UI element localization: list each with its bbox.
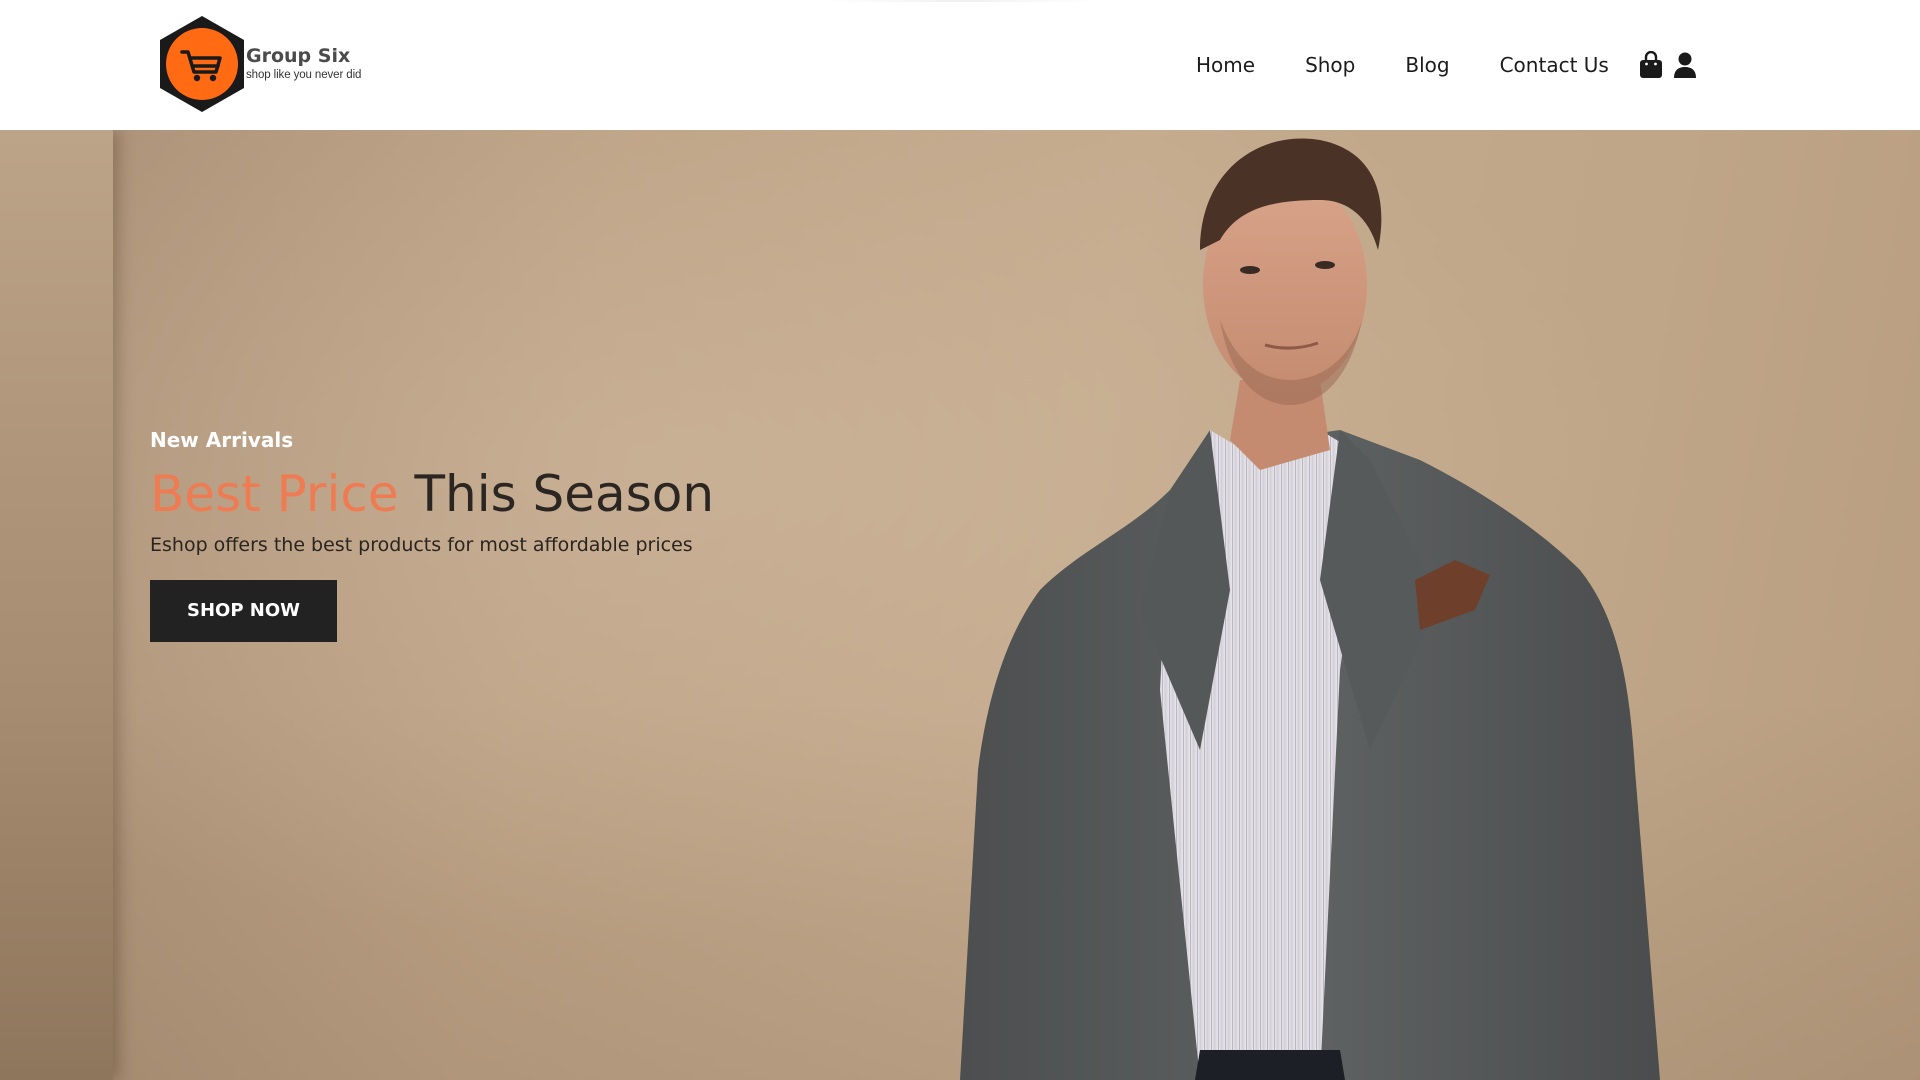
brand-name: Group Six: [246, 44, 351, 67]
shop-now-button[interactable]: SHOP NOW: [150, 580, 337, 642]
header-divider: [820, 0, 1100, 2]
brand-tagline: shop like you never did: [246, 68, 362, 81]
nav-contact-us[interactable]: Contact Us: [1500, 50, 1609, 80]
user-icon[interactable]: [1673, 51, 1697, 79]
hero-banner: New Arrivals Best Price This Season Esho…: [0, 130, 1920, 1080]
hero-content: New Arrivals Best Price This Season Esho…: [150, 428, 850, 642]
shopping-cart-icon: [152, 14, 252, 114]
hero-title: Best Price This Season: [150, 464, 850, 524]
nav-home[interactable]: Home: [1196, 50, 1255, 80]
hero-title-accent: Best Price: [150, 465, 399, 523]
hero-subtitle: Eshop offers the best products for most …: [150, 534, 693, 556]
brand-logo-link[interactable]: Group Six shop like you never did: [152, 14, 361, 114]
hero-title-rest: This Season: [398, 465, 715, 523]
nav-blog[interactable]: Blog: [1405, 50, 1449, 80]
nav-shop[interactable]: Shop: [1305, 50, 1355, 80]
shopping-bag-icon[interactable]: [1639, 51, 1663, 79]
main-nav: Home Shop Blog Contact Us: [1196, 50, 1707, 80]
hero-eyebrow: New Arrivals: [150, 428, 294, 452]
hero-side-panel: [0, 130, 113, 1080]
hero-model-image: [900, 130, 1700, 1080]
site-header: Group Six shop like you never did Home S…: [0, 0, 1920, 130]
brand-text: Group Six shop like you never did: [246, 44, 362, 82]
